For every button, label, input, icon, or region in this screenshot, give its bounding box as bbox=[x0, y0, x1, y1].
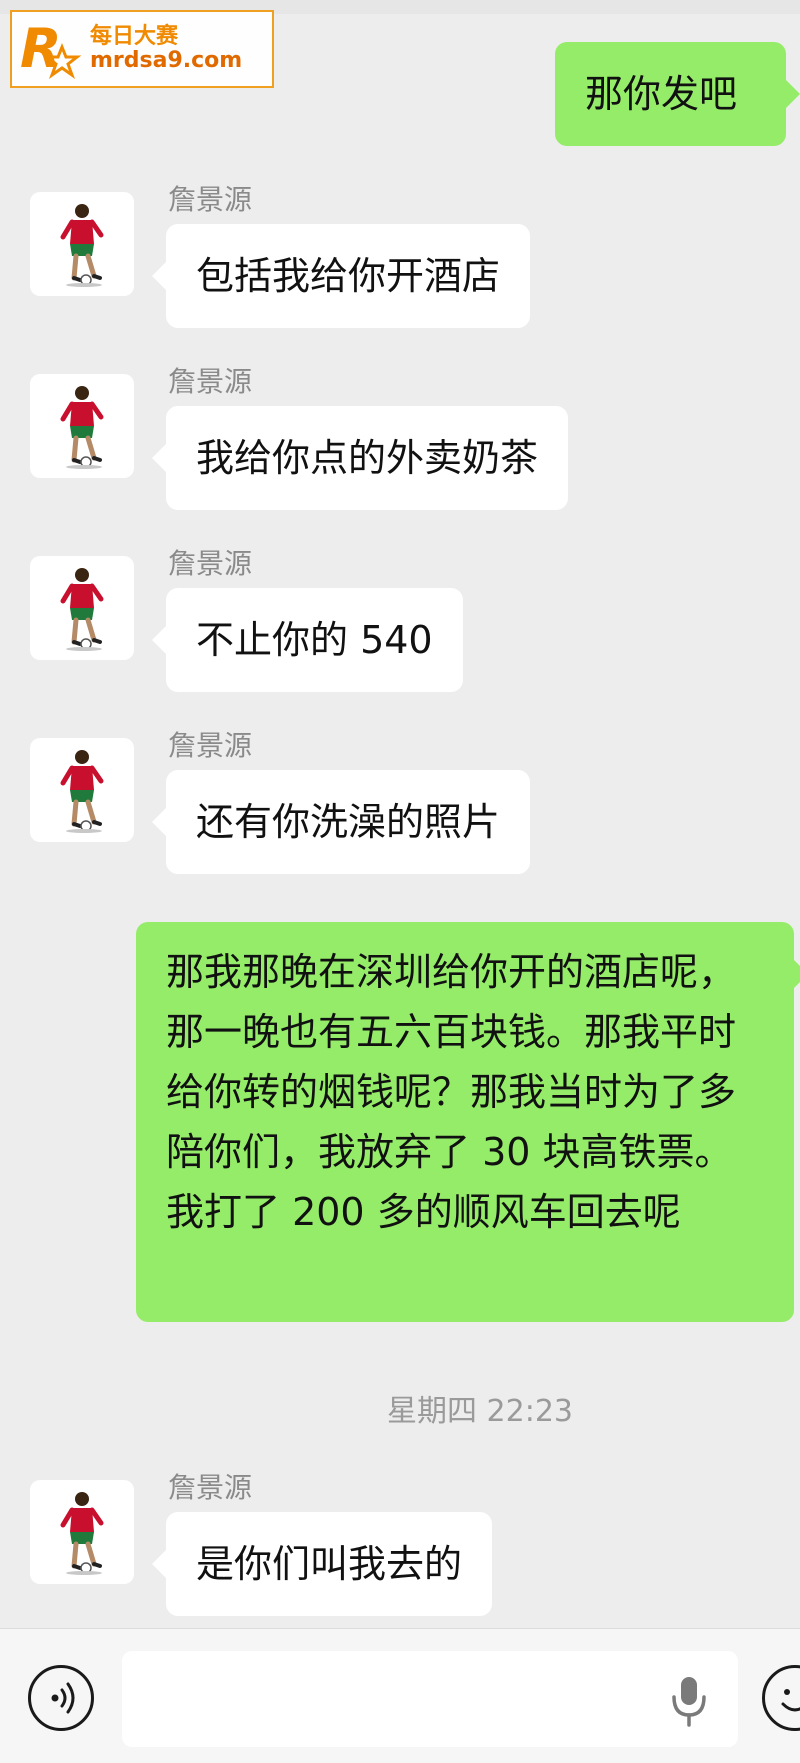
contact-avatar[interactable] bbox=[30, 192, 134, 296]
watermark-url: mrdsa9.com bbox=[90, 48, 243, 73]
outgoing-message-bubble[interactable]: 那我那晚在深圳给你开的酒店呢，那一晚也有五六百块钱。那我平时给你转的烟钱呢？那我… bbox=[136, 922, 800, 1322]
soccer-player-icon bbox=[60, 204, 104, 287]
emoji-icon bbox=[781, 1689, 800, 1712]
incoming-message-bubble[interactable]: 还有你洗澡的照片 bbox=[151, 770, 531, 874]
emoji-button[interactable] bbox=[762, 1665, 800, 1731]
soccer-player-icon bbox=[60, 750, 104, 833]
watermark-r-star-icon: R bbox=[18, 17, 82, 81]
sender-name: 詹景源 bbox=[168, 1471, 253, 1504]
soccer-player-icon bbox=[60, 568, 104, 651]
message-timestamp: 星期四 22:23 bbox=[387, 1394, 573, 1429]
incoming-message-bubble[interactable]: 我给你点的外卖奶茶 bbox=[151, 406, 569, 510]
microphone-icon[interactable] bbox=[664, 1673, 714, 1729]
voice-toggle-icon bbox=[51, 1682, 75, 1714]
chat-area[interactable]: R 每日大赛 mrdsa9.com 那你发吧 詹景源 包括我给你开酒店 詹景源 … bbox=[0, 0, 800, 1620]
soccer-player-icon bbox=[60, 386, 104, 469]
watermark-logo: R 每日大赛 mrdsa9.com bbox=[10, 10, 274, 88]
outgoing-message-bubble[interactable]: 那你发吧 bbox=[555, 42, 800, 146]
voice-toggle-button[interactable] bbox=[28, 1665, 94, 1731]
sender-name: 詹景源 bbox=[168, 183, 253, 216]
incoming-message-bubble[interactable]: 包括我给你开酒店 bbox=[151, 224, 531, 328]
sender-name: 詹景源 bbox=[168, 547, 253, 580]
contact-avatar[interactable] bbox=[30, 1480, 134, 1584]
contact-avatar[interactable] bbox=[30, 738, 134, 842]
watermark-title: 每日大赛 bbox=[90, 23, 179, 49]
sender-name: 詹景源 bbox=[168, 729, 253, 762]
incoming-message-bubble[interactable]: 不止你的 540 bbox=[152, 588, 463, 692]
watermark-logo-letter: R bbox=[20, 17, 62, 80]
contact-avatar[interactable] bbox=[30, 556, 134, 660]
sender-name: 詹景源 bbox=[168, 365, 253, 398]
incoming-message-bubble[interactable]: 是你们叫我去的 bbox=[151, 1512, 493, 1616]
contact-avatar[interactable] bbox=[30, 374, 134, 478]
message-input-bar bbox=[0, 1628, 800, 1763]
message-text-input[interactable] bbox=[122, 1651, 738, 1747]
soccer-player-icon bbox=[60, 1492, 104, 1575]
